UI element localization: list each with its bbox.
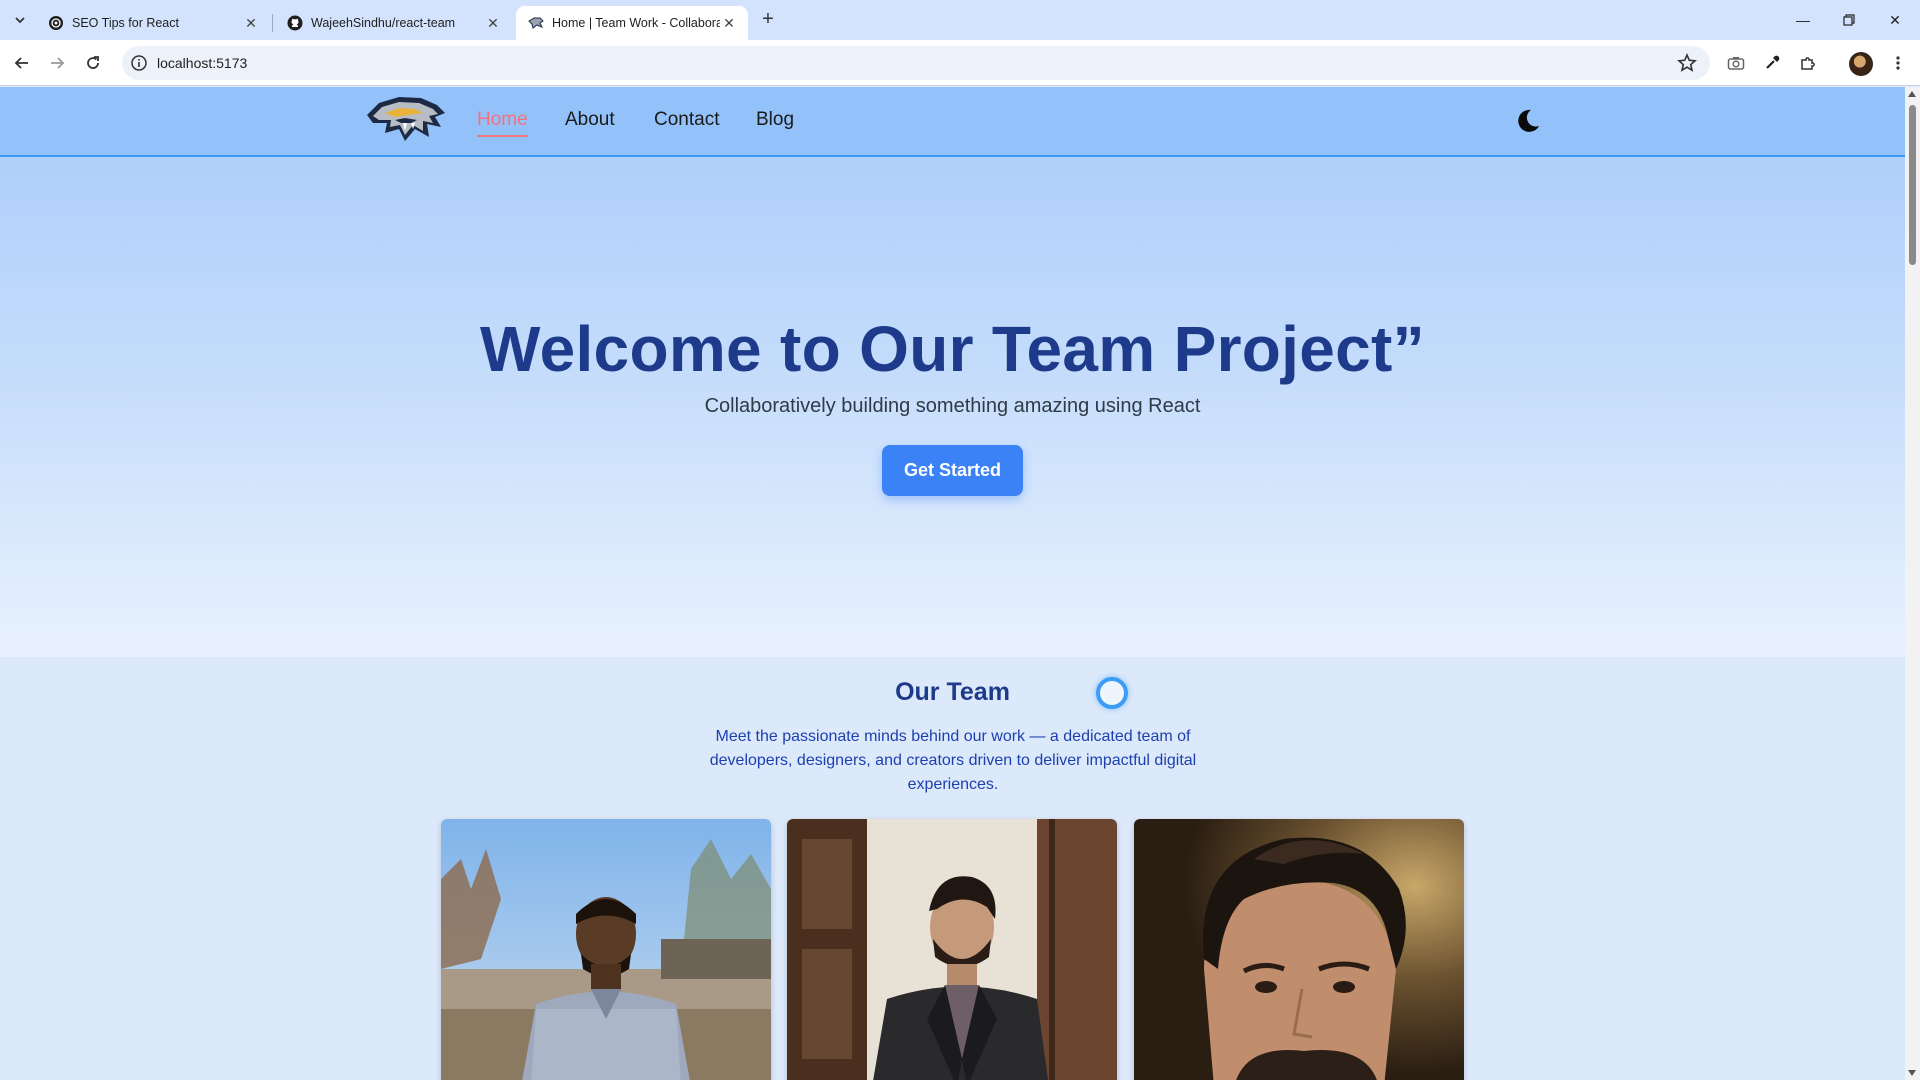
eyedropper-icon bbox=[1766, 55, 1780, 69]
nav-link-home[interactable]: Home bbox=[477, 109, 528, 137]
tab-search-dropdown[interactable] bbox=[8, 8, 32, 32]
scroll-up-arrow[interactable] bbox=[1908, 91, 1916, 97]
browser-tab-strip: SEO Tips for React ✕ WajeehSindhu/react-… bbox=[0, 0, 1920, 40]
nav-link-about[interactable]: About bbox=[565, 109, 615, 131]
screenshot-button[interactable] bbox=[1722, 49, 1750, 77]
team-section: Our Team Meet the passionate minds behin… bbox=[0, 657, 1905, 1080]
member-photo-2 bbox=[787, 819, 1117, 1080]
profile-avatar[interactable] bbox=[1849, 52, 1873, 76]
browser-tab-github[interactable]: WajeehSindhu/react-team ✕ bbox=[275, 6, 512, 40]
web-page: Home About Contact Blog Welcome to Our T… bbox=[0, 87, 1905, 1080]
tab-title: WajeehSindhu/react-team bbox=[311, 16, 456, 30]
reload-icon bbox=[87, 56, 99, 69]
team-description: Meet the passionate minds behind our wor… bbox=[709, 728, 1197, 793]
member-photo-3 bbox=[1134, 819, 1464, 1080]
close-tab-icon[interactable]: ✕ bbox=[242, 14, 260, 32]
arrow-left-icon bbox=[14, 57, 28, 69]
get-started-button[interactable]: Get Started bbox=[882, 445, 1023, 496]
site-info-icon[interactable] bbox=[130, 54, 148, 72]
forward-button[interactable] bbox=[43, 49, 71, 77]
site-navbar: Home About Contact Blog bbox=[0, 87, 1905, 157]
arrow-right-icon bbox=[51, 57, 65, 69]
browser-menu-button[interactable] bbox=[1884, 49, 1912, 77]
nav-link-contact[interactable]: Contact bbox=[654, 109, 719, 131]
eyedropper-button[interactable] bbox=[1758, 49, 1786, 77]
reload-button[interactable] bbox=[79, 49, 107, 77]
scroll-down-arrow[interactable] bbox=[1908, 1070, 1916, 1076]
nav-link-blog[interactable]: Blog bbox=[756, 109, 794, 131]
member-photo-1 bbox=[441, 819, 771, 1080]
url-text: localhost:5173 bbox=[157, 55, 248, 71]
hero-subtitle: Collaboratively building something amazi… bbox=[704, 395, 1201, 417]
address-bar[interactable]: localhost:5173 bbox=[122, 46, 1710, 80]
restore-icon bbox=[1843, 14, 1855, 26]
camera-icon bbox=[1727, 57, 1745, 70]
puzzle-icon bbox=[1801, 57, 1815, 70]
dark-mode-toggle-icon[interactable] bbox=[1514, 107, 1542, 135]
more-vertical-icon bbox=[1896, 56, 1900, 70]
scrollbar-thumb[interactable] bbox=[1909, 105, 1916, 265]
minimize-window-button[interactable]: — bbox=[1780, 0, 1826, 40]
team-title: Our Team bbox=[895, 678, 1010, 706]
browser-tab-home-active[interactable]: Home | Team Work - Collaborat ✕ bbox=[516, 6, 748, 40]
chevron-down-icon bbox=[15, 17, 25, 24]
github-icon bbox=[287, 15, 303, 31]
browser-tab-seo-tips[interactable]: SEO Tips for React ✕ bbox=[36, 6, 270, 40]
browser-toolbar: localhost:5173 bbox=[0, 40, 1920, 86]
team-member-card[interactable] bbox=[1134, 819, 1464, 1080]
back-button[interactable] bbox=[8, 49, 36, 77]
restore-window-button[interactable] bbox=[1826, 0, 1872, 40]
tab-title: SEO Tips for React bbox=[72, 16, 179, 30]
tab-title: Home | Team Work - Collaborat bbox=[552, 16, 720, 30]
team-member-card[interactable] bbox=[787, 819, 1117, 1080]
team-member-card[interactable] bbox=[441, 819, 771, 1080]
bookmark-star-icon[interactable] bbox=[1676, 52, 1698, 74]
predator-logo-icon bbox=[528, 15, 544, 31]
predator-logo[interactable] bbox=[365, 93, 447, 147]
extensions-button[interactable] bbox=[1794, 49, 1822, 77]
tab-separator bbox=[272, 14, 273, 32]
page-scrollbar[interactable] bbox=[1905, 87, 1920, 1080]
hero-title: Welcome to Our Team Project” bbox=[480, 313, 1425, 385]
custom-cursor bbox=[1096, 677, 1128, 709]
new-tab-button[interactable]: + bbox=[756, 8, 780, 32]
close-tab-icon[interactable]: ✕ bbox=[484, 14, 502, 32]
openai-icon bbox=[48, 15, 64, 31]
close-tab-icon[interactable]: ✕ bbox=[720, 14, 738, 32]
close-window-button[interactable]: ✕ bbox=[1872, 0, 1918, 40]
